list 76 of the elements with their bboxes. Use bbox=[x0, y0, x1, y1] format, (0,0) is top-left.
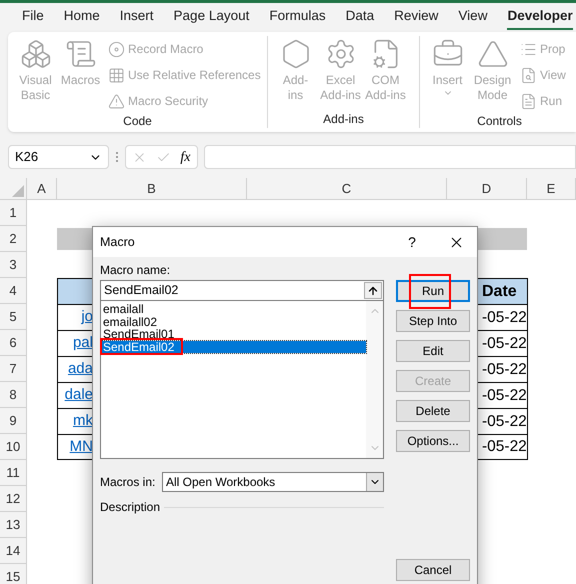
grip-icon bbox=[115, 151, 119, 163]
column-header[interactable]: D bbox=[447, 178, 527, 199]
dialog-button[interactable]: Edit bbox=[396, 340, 470, 362]
group-label: Code bbox=[122, 113, 153, 130]
up-arrow-icon[interactable] bbox=[367, 284, 379, 296]
help-button[interactable]: ? bbox=[402, 232, 422, 252]
ribbon-tab[interactable]: File bbox=[22, 6, 44, 30]
record-icon bbox=[108, 40, 125, 58]
row-header[interactable]: 9 bbox=[0, 408, 27, 434]
macro-item[interactable]: emailall02 bbox=[101, 316, 366, 328]
ribbon-tab[interactable]: Developer bbox=[507, 6, 573, 30]
ribbon-tab[interactable]: Home bbox=[64, 6, 100, 30]
date-cell-text: -05-22 bbox=[482, 412, 527, 432]
date-cell-text: -05-22 bbox=[482, 386, 527, 406]
ribbon-tab[interactable]: Review bbox=[394, 6, 438, 30]
email-link[interactable]: pal bbox=[72, 332, 93, 355]
dialog-button[interactable]: Run bbox=[396, 280, 470, 302]
dialog-button[interactable]: Delete bbox=[396, 400, 470, 422]
row-header[interactable]: 8 bbox=[0, 382, 27, 408]
grid-icon bbox=[108, 66, 125, 84]
email-link[interactable]: MN bbox=[70, 436, 93, 458]
function-button[interactable]: fx bbox=[180, 146, 190, 168]
macros-in-select[interactable]: All Open Workbooks bbox=[162, 472, 384, 492]
group-label: Add-ins bbox=[322, 111, 365, 128]
field-label: Macro name: bbox=[100, 262, 172, 278]
warning-icon bbox=[108, 92, 125, 110]
dialog-button[interactable]: Step Into bbox=[396, 310, 470, 332]
row-header[interactable]: 15 bbox=[0, 564, 27, 584]
formula-field[interactable] bbox=[204, 145, 576, 169]
select-all-icon[interactable] bbox=[12, 185, 24, 197]
macro-name-field[interactable]: SendEmail02 bbox=[100, 280, 384, 301]
email-link[interactable]: jo bbox=[81, 306, 93, 329]
column-header[interactable]: B bbox=[57, 178, 247, 199]
email-link[interactable]: dale bbox=[64, 384, 93, 407]
email-link[interactable]: ada bbox=[68, 358, 93, 381]
column-header[interactable]: C bbox=[247, 178, 447, 199]
date-cell-text: -05-22 bbox=[482, 334, 527, 354]
dialog-title: Macro bbox=[100, 234, 136, 251]
macro-item[interactable]: SendEmail01 bbox=[101, 328, 366, 340]
row-header[interactable]: 11 bbox=[0, 460, 27, 486]
name-box[interactable]: K26 bbox=[8, 145, 109, 169]
column-header[interactable]: A bbox=[27, 178, 57, 199]
dialog-button[interactable]: Options... bbox=[396, 430, 470, 452]
row-header[interactable]: 12 bbox=[0, 486, 27, 512]
group-label: Controls bbox=[476, 113, 523, 130]
row-header[interactable]: 2 bbox=[0, 226, 27, 252]
row-header[interactable]: 14 bbox=[0, 538, 27, 564]
ribbon-tab[interactable]: Page Layout bbox=[174, 6, 250, 30]
column-header[interactable]: E bbox=[527, 178, 576, 199]
ribbon-tab[interactable]: Insert bbox=[120, 6, 154, 30]
date-cell-text: -05-22 bbox=[482, 308, 527, 328]
field-label: Macros in: bbox=[100, 474, 156, 491]
date-cell-text: -05-22 bbox=[482, 437, 527, 458]
cancel-button[interactable]: Cancel bbox=[396, 559, 470, 581]
row-header[interactable]: 5 bbox=[0, 304, 27, 330]
ribbon-tab[interactable]: View bbox=[458, 6, 488, 30]
document-search-icon bbox=[520, 66, 537, 84]
row-header[interactable]: 7 bbox=[0, 356, 27, 382]
row-header[interactable]: 3 bbox=[0, 252, 27, 278]
macro-item[interactable]: SendEmail02 bbox=[101, 340, 366, 353]
ribbon-tab[interactable]: Formulas bbox=[269, 6, 326, 30]
cubes-icon bbox=[20, 38, 52, 70]
row-header[interactable]: 4 bbox=[0, 278, 27, 304]
document-icon bbox=[520, 92, 537, 110]
column-title: Date bbox=[482, 282, 517, 302]
scroll-icon bbox=[64, 38, 96, 70]
macro-item[interactable]: emailall bbox=[101, 303, 366, 316]
date-cell-text: -05-22 bbox=[482, 360, 527, 380]
section-label: Description bbox=[100, 499, 160, 516]
row-header[interactable]: 13 bbox=[0, 512, 27, 538]
email-link[interactable]: mk bbox=[73, 410, 93, 433]
row-header[interactable]: 1 bbox=[0, 200, 27, 226]
row-header[interactable]: 10 bbox=[0, 434, 27, 460]
ribbon-tab[interactable]: Data bbox=[346, 6, 374, 30]
triangle-icon bbox=[476, 38, 508, 70]
row-header[interactable]: 6 bbox=[0, 330, 27, 356]
